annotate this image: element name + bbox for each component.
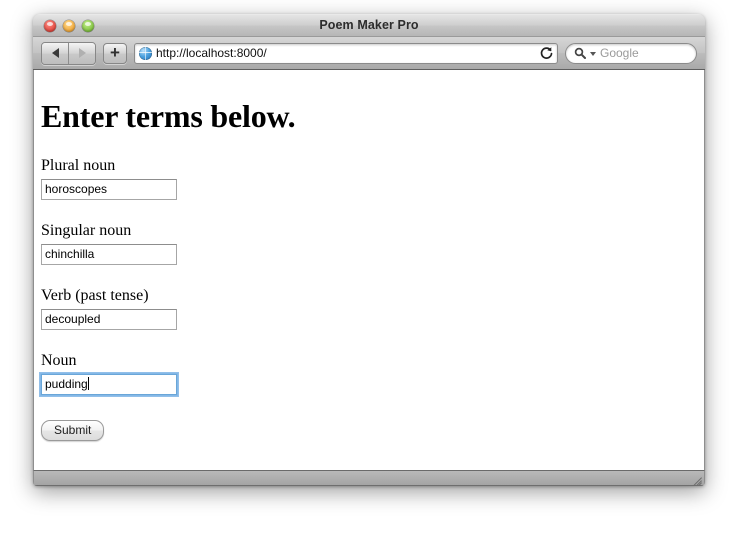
field-label: Plural noun [41,157,116,174]
form-field-row: Singular noun chinchilla [41,222,686,265]
arrow-left-icon [51,48,59,58]
status-bar [33,470,705,486]
browser-window: Poem Maker Pro + http://localhost:8000/ [33,14,705,486]
text-input-value: horoscopes [45,182,108,196]
text-cursor [87,377,89,390]
field-label: Singular noun [41,222,132,239]
page-content: Enter terms below. Plural noun horoscopes… [33,70,705,470]
text-input[interactable]: chinchilla [41,244,177,265]
search-placeholder: Google [600,46,639,60]
reload-icon [540,47,553,59]
browser-toolbar: + http://localhost:8000/ Google [33,37,705,70]
add-bookmark-button[interactable]: + [103,42,127,64]
text-input[interactable]: horoscopes [41,179,177,200]
field-label: Noun [41,352,77,369]
navigation-buttons [41,41,96,65]
resize-grip[interactable] [689,471,702,486]
text-input-value: chinchilla [45,247,95,261]
form-field-row: Verb (past tense) decoupled [41,287,686,330]
reload-button[interactable] [534,46,553,60]
text-input[interactable]: decoupled [41,309,177,330]
globe-icon [139,46,152,60]
forward-button[interactable] [68,42,95,64]
arrow-right-icon [78,48,86,58]
text-input-value: decoupled [45,312,101,326]
search-icon [574,47,586,59]
address-bar-text: http://localhost:8000/ [156,46,267,60]
text-input[interactable]: pudding [39,372,179,397]
form-field-row: Noun pudding [39,352,686,397]
chevron-down-icon[interactable] [590,52,596,56]
window-title: Poem Maker Pro [319,18,419,32]
search-input[interactable]: Google [565,42,697,64]
address-bar[interactable]: http://localhost:8000/ [134,42,558,64]
title-bar: Poem Maker Pro [33,14,705,37]
submit-button[interactable]: Submit [41,420,105,441]
text-input-value: pudding [45,377,88,391]
form-field-row: Plural noun horoscopes [41,157,686,200]
page-title: Enter terms below. [41,98,296,134]
field-label: Verb (past tense) [41,287,149,304]
back-button[interactable] [42,42,68,64]
terms-form: Plural noun horoscopes Singular noun chinch… [39,157,686,397]
